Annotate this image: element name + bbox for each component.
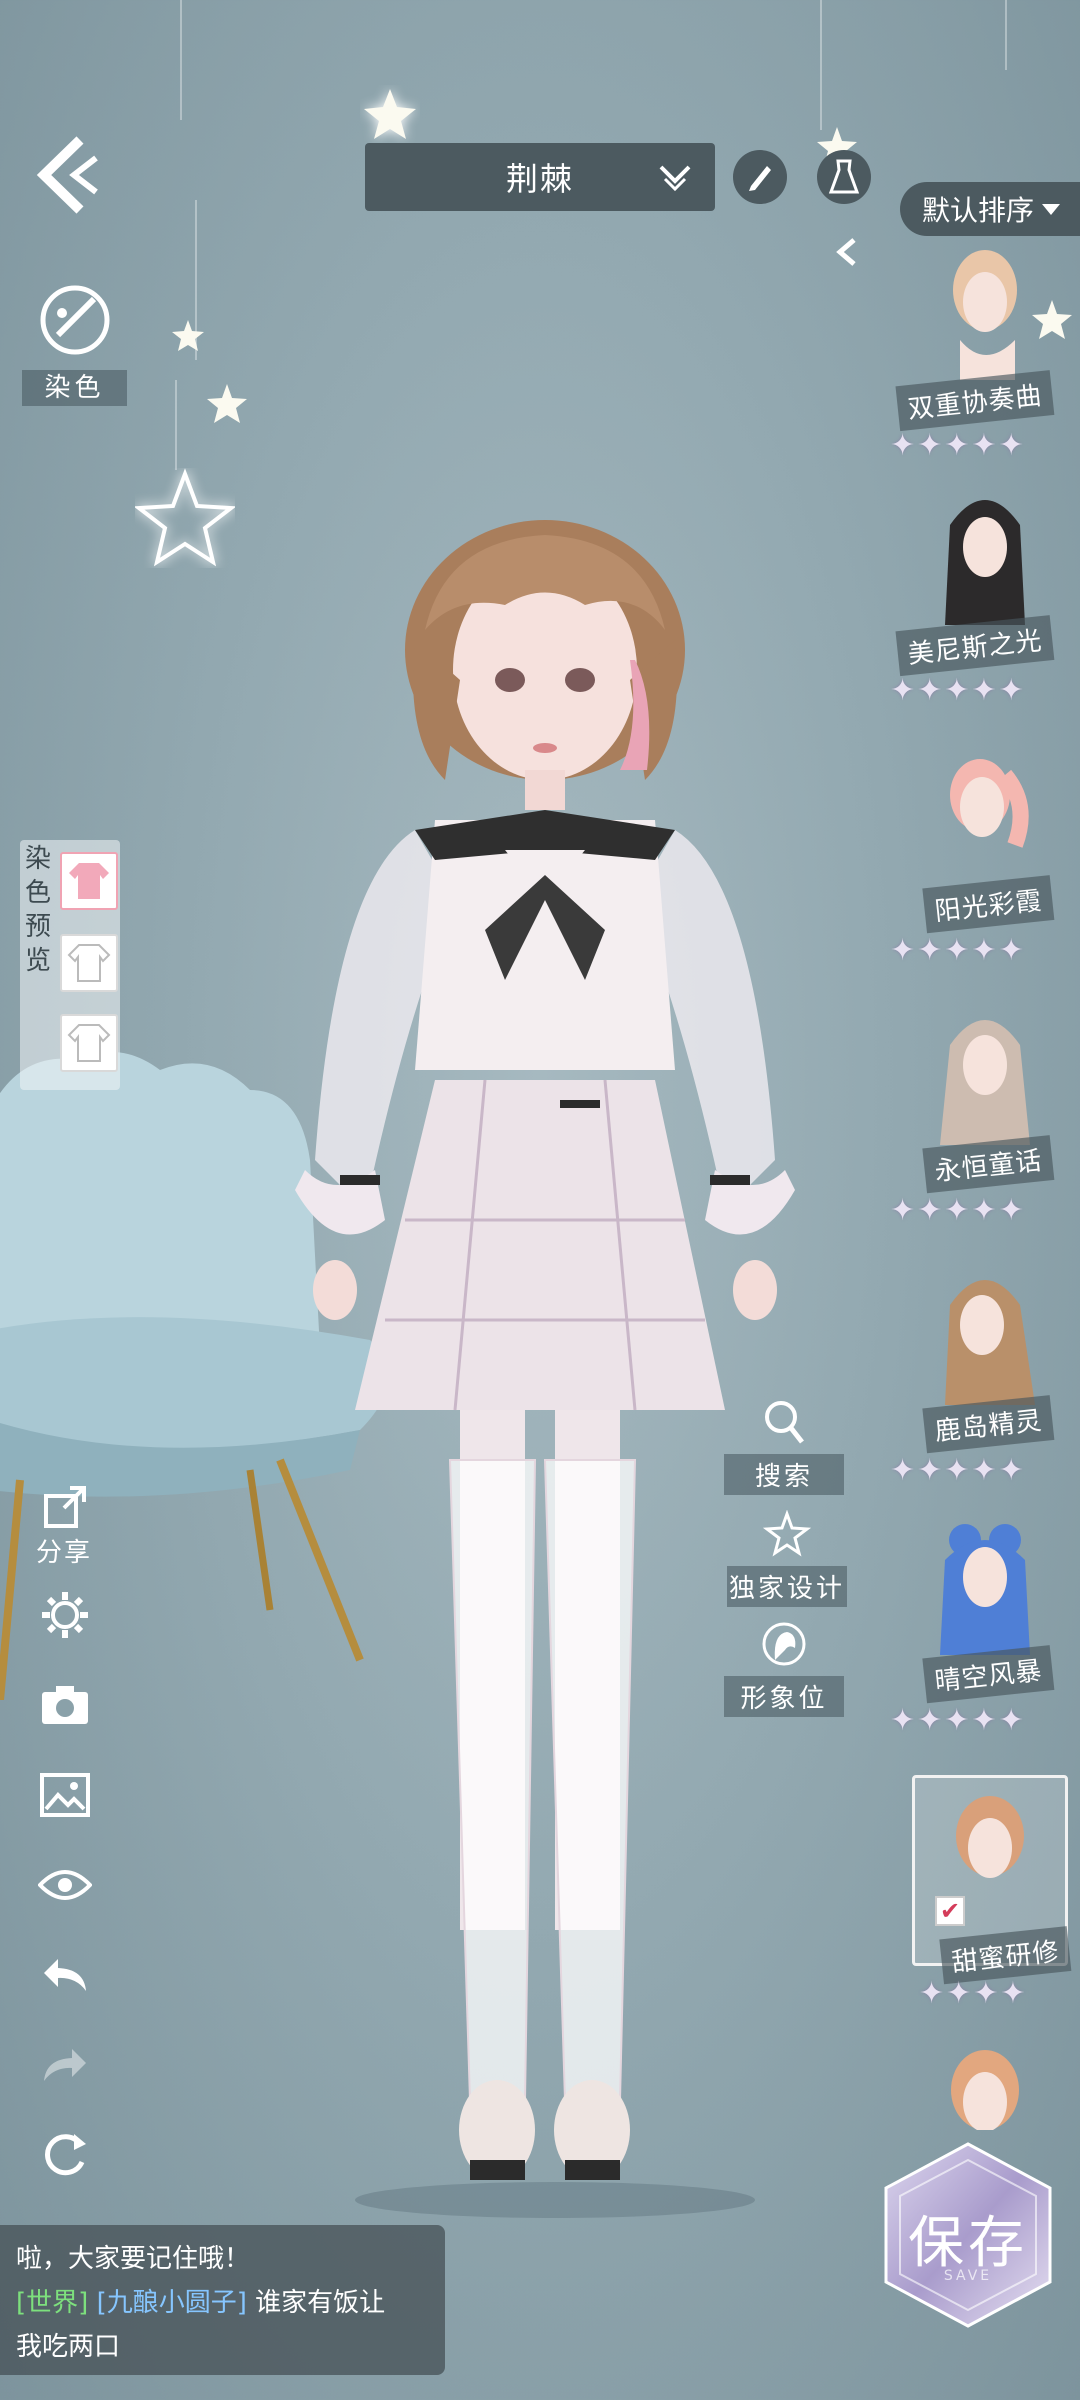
redo-button[interactable] [38, 2038, 92, 2092]
chevron-down-icon [659, 165, 691, 192]
dye-preview-label: 染 色 预 览 [20, 842, 56, 978]
image-icon [40, 1773, 90, 1817]
dye-preview-char: 色 [24, 878, 51, 908]
hair-item[interactable]: 鹿岛精灵 ✦ ✦ ✦ ✦ ✦ [880, 1265, 1080, 1525]
dress-icon [828, 159, 860, 194]
hair-item[interactable]: 晴空风暴 ✦ ✦ ✦ ✦ ✦ [880, 1515, 1080, 1775]
rarity-stars: ✦ ✦ ✦ ✦ ✦ [890, 933, 1024, 968]
back-chevron-icon [36, 136, 98, 214]
hair-thumbnail [951, 2050, 1019, 2130]
rarity-stars: ✦ ✦ ✦ ✦ ✦ [890, 428, 1024, 463]
hide-ui-button[interactable] [38, 1858, 92, 1912]
camera-icon [42, 1686, 88, 1724]
hair-item[interactable]: 阳光彩霞 ✦ ✦ ✦ ✦ ✦ [880, 745, 1080, 1005]
shirt-icon [67, 1024, 111, 1062]
save-button[interactable]: 保存 SAVE [878, 2140, 1058, 2330]
dye-preview-white[interactable] [60, 934, 118, 992]
avatar-character [295, 520, 795, 2218]
outfit-button[interactable] [817, 150, 871, 204]
camera-button[interactable] [38, 1678, 92, 1732]
save-sublabel: SAVE [943, 2268, 993, 2284]
hair-thumbnail [953, 250, 1017, 380]
search-label: 搜索 [724, 1454, 844, 1495]
sparkle-star-icon [172, 320, 204, 351]
hair-item-selected[interactable]: ✔ 甜蜜研修 ✦ ✦ ✦ ✦ [912, 1775, 1072, 2011]
triangle-down-icon [1042, 203, 1061, 215]
edit-button[interactable] [733, 150, 787, 204]
rarity-stars: ✦ ✦ ✦ ✦ ✦ [890, 1453, 1024, 1488]
rarity-stars: ✦ ✦ ✦ ✦ [919, 1976, 1026, 2011]
outfit-name-dropdown[interactable]: 荆棘 [365, 143, 715, 211]
rarity-stars: ✦ ✦ ✦ ✦ ✦ [890, 1193, 1024, 1228]
hair-name: 双重协奏曲 [895, 370, 1055, 432]
save-label: 保存 [908, 2211, 1028, 2276]
sparkle-star-icon [364, 89, 416, 139]
undo-icon [44, 1959, 86, 1991]
exclusive-design-button[interactable]: 独家设计 [727, 1509, 847, 1607]
chat-line: 我吃两口 [16, 2332, 121, 2362]
chat-channel: [世界] [16, 2288, 89, 2318]
chat-line: 啦，大家要记住哦！ [16, 2244, 251, 2274]
rarity-stars: ✦ ✦ ✦ ✦ ✦ [890, 673, 1024, 708]
back-button[interactable] [30, 130, 110, 220]
hair-item[interactable]: 永恒童话 ✦ ✦ ✦ ✦ ✦ [880, 1005, 1080, 1265]
gear-icon [42, 1592, 88, 1638]
reset-button[interactable] [38, 2128, 92, 2182]
hair-thumbnail [940, 1524, 1030, 1655]
hair-thumbnail [945, 1280, 1035, 1405]
hair-thumbnail [940, 1020, 1030, 1145]
undo-button[interactable] [38, 1948, 92, 2002]
sparkle-star-icon [207, 384, 247, 423]
image-slot-label: 形象位 [724, 1676, 844, 1717]
selected-check-icon: ✔ [935, 1896, 965, 1926]
refresh-icon [45, 2134, 86, 2176]
shirt-icon [69, 863, 109, 899]
chat-box[interactable]: 啦，大家要记住哦！ [世界] [九酿小圆子] 谁家有饭让 我吃两口 [0, 2225, 445, 2375]
star-outline-icon [762, 1509, 812, 1557]
dye-button[interactable] [38, 283, 112, 357]
image-slot-button[interactable]: 形象位 [724, 1620, 844, 1717]
sort-dropdown[interactable]: 默认排序 [900, 182, 1080, 236]
profile-silhouette-icon [762, 1622, 806, 1666]
hair-name: 美尼斯之光 [895, 615, 1055, 677]
palette-brush-icon [40, 285, 110, 355]
search-button[interactable]: 搜索 [724, 1398, 844, 1495]
chat-message: 谁家有饭让 [255, 2288, 386, 2318]
share-label: 分享 [36, 1538, 93, 1568]
rarity-stars: ✦ ✦ ✦ ✦ ✦ [890, 1703, 1024, 1738]
hair-item[interactable] [880, 2040, 1080, 2130]
dye-preview-char: 览 [24, 946, 51, 976]
dye-preview-char: 染 [24, 844, 51, 874]
hair-thumbnail [950, 759, 1029, 848]
outfit-name: 荆棘 [505, 160, 574, 198]
redo-icon [44, 2049, 86, 2081]
shirt-icon [67, 944, 111, 982]
share-icon [44, 1486, 86, 1528]
exclusive-design-label: 独家设计 [727, 1566, 847, 1607]
dye-preview-default[interactable] [60, 1014, 118, 1072]
gallery-button[interactable] [38, 1768, 92, 1822]
dye-preview-pink[interactable] [60, 852, 118, 910]
settings-button[interactable] [38, 1588, 92, 1642]
pen-icon [749, 166, 771, 191]
hair-item[interactable]: 双重协奏曲 ✦ ✦ ✦ ✦ ✦ [880, 240, 1080, 500]
search-icon [765, 1401, 804, 1444]
chat-username[interactable]: [九酿小圆子] [97, 2288, 247, 2318]
hair-thumbnail [945, 500, 1025, 625]
sort-label: 默认排序 [922, 194, 1035, 227]
collapse-list-button[interactable] [828, 232, 868, 272]
share-button[interactable] [38, 1480, 92, 1534]
dye-preview-char: 预 [24, 912, 51, 942]
chevron-left-icon [836, 238, 856, 266]
hair-item[interactable]: 美尼斯之光 ✦ ✦ ✦ ✦ ✦ [880, 485, 1080, 745]
eye-icon [38, 1870, 92, 1900]
dye-label: 染色 [22, 370, 127, 406]
sparkle-star-icon [135, 468, 235, 567]
chat-line: [世界] [九酿小圆子] 谁家有饭让 [16, 2281, 429, 2325]
